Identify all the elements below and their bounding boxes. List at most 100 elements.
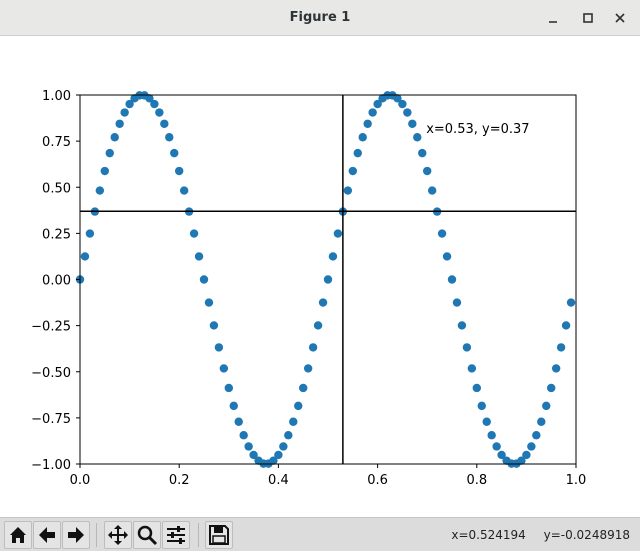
scatter-point xyxy=(294,401,303,411)
save-icon xyxy=(209,525,229,545)
y-tick-label: 0.75 xyxy=(42,135,71,150)
close-button[interactable] xyxy=(608,6,632,30)
scatter-point xyxy=(318,298,328,307)
scatter-point xyxy=(279,442,288,451)
toolbar-separator xyxy=(96,523,97,547)
scatter-point xyxy=(527,442,536,451)
y-tick-label: 0.00 xyxy=(42,274,71,289)
back-button[interactable] xyxy=(33,521,61,549)
forward-arrow-icon xyxy=(68,527,84,543)
y-tick-label: −0.75 xyxy=(31,412,71,427)
scatter-point xyxy=(492,442,501,451)
save-button[interactable] xyxy=(205,521,233,549)
scatter-point xyxy=(566,298,576,307)
scatter-point xyxy=(179,186,189,195)
toolbar-separator xyxy=(198,523,199,547)
home-icon xyxy=(10,527,26,543)
scatter-point xyxy=(224,383,233,393)
minimize-button[interactable] xyxy=(541,6,565,30)
cursor-coordinates: x=0.524194 y=-0.0248918 xyxy=(437,518,630,552)
scatter-point xyxy=(160,119,169,128)
scatter-point xyxy=(413,133,422,142)
scatter-point xyxy=(403,108,412,117)
scatter-point xyxy=(353,148,362,158)
navigation-toolbar: x=0.524194 y=-0.0248918 xyxy=(0,517,640,551)
subplots-icon xyxy=(167,526,185,544)
scatter-point xyxy=(175,166,184,176)
x-tick-label: 0.8 xyxy=(466,473,487,488)
scatter-point xyxy=(532,431,541,440)
scatter-point xyxy=(100,166,110,176)
scatter-point xyxy=(80,252,90,261)
back-arrow-icon xyxy=(39,527,55,543)
scatter-point xyxy=(244,442,253,451)
title-bar: Figure 1 xyxy=(0,0,640,36)
scatter-point xyxy=(561,321,571,330)
scatter-point xyxy=(95,186,105,195)
pan-icon xyxy=(108,525,128,545)
x-tick-label: 0.2 xyxy=(169,473,190,488)
scatter-point xyxy=(303,364,313,373)
y-tick-label: −0.25 xyxy=(31,320,71,335)
scatter-point xyxy=(274,450,283,460)
scatter-point xyxy=(437,229,447,238)
scatter-point xyxy=(551,364,561,373)
y-tick-label: 1.00 xyxy=(42,89,71,104)
scatter-point xyxy=(363,119,372,128)
minimize-icon xyxy=(549,21,557,23)
scatter-point xyxy=(348,166,357,176)
scatter-point xyxy=(214,343,224,352)
scatter-point xyxy=(328,252,338,261)
scatter-point xyxy=(408,119,417,128)
scatter-point xyxy=(323,275,333,284)
scatter-point xyxy=(120,108,129,117)
scatter-point xyxy=(194,252,204,261)
figure-canvas[interactable]: x=0.53, y=0.37 0.0 0.2 0.4 0.6 0.8 1.0 1.00 0.… xyxy=(0,36,640,517)
zoom-button[interactable] xyxy=(133,521,161,549)
x-tick-label: 0.0 xyxy=(70,473,91,488)
scatter-point xyxy=(204,298,214,307)
forward-button[interactable] xyxy=(62,521,90,549)
scatter-point xyxy=(472,383,481,393)
scatter-point xyxy=(368,108,377,117)
maximize-icon xyxy=(583,13,593,23)
scatter-point xyxy=(462,343,472,352)
scatter-point xyxy=(308,343,318,352)
scatter-point xyxy=(537,417,546,426)
pan-button[interactable] xyxy=(104,521,132,549)
scatter-point xyxy=(199,275,209,284)
scatter-point xyxy=(423,166,432,176)
y-tick-label: 0.50 xyxy=(42,181,71,196)
scatter-point xyxy=(155,108,164,117)
scatter-point xyxy=(115,119,124,128)
configure-subplots-button[interactable] xyxy=(162,521,190,549)
y-tick-label: −0.50 xyxy=(31,366,71,381)
zoom-icon xyxy=(137,525,158,546)
scatter-point xyxy=(467,364,477,373)
home-button[interactable] xyxy=(4,521,32,549)
x-tick-label: 1.0 xyxy=(566,473,587,488)
sine-scatter-chart[interactable]: x=0.53, y=0.37 0.0 0.2 0.4 0.6 0.8 1.0 1.00 0.… xyxy=(0,36,640,517)
scatter-point xyxy=(209,321,219,330)
scatter-point xyxy=(343,186,353,195)
scatter-point xyxy=(547,383,556,393)
scatter-point xyxy=(487,431,496,440)
x-axis-ticks: 0.0 0.2 0.4 0.6 0.8 1.0 xyxy=(70,464,587,488)
scatter-point xyxy=(442,252,452,261)
scatter-point xyxy=(358,133,367,142)
scatter-points xyxy=(75,91,576,468)
scatter-point xyxy=(165,133,174,142)
scatter-point xyxy=(219,364,229,373)
maximize-button[interactable] xyxy=(576,6,600,30)
scatter-point xyxy=(398,99,407,109)
scatter-point xyxy=(170,148,179,158)
scatter-point xyxy=(477,401,486,411)
scatter-point xyxy=(522,450,531,460)
scatter-point xyxy=(284,431,293,440)
scatter-point xyxy=(447,275,457,284)
scatter-point xyxy=(313,321,323,330)
x-tick-label: 0.6 xyxy=(367,473,388,488)
scatter-point xyxy=(482,417,491,426)
scatter-point xyxy=(110,133,119,142)
scatter-point xyxy=(427,186,437,195)
